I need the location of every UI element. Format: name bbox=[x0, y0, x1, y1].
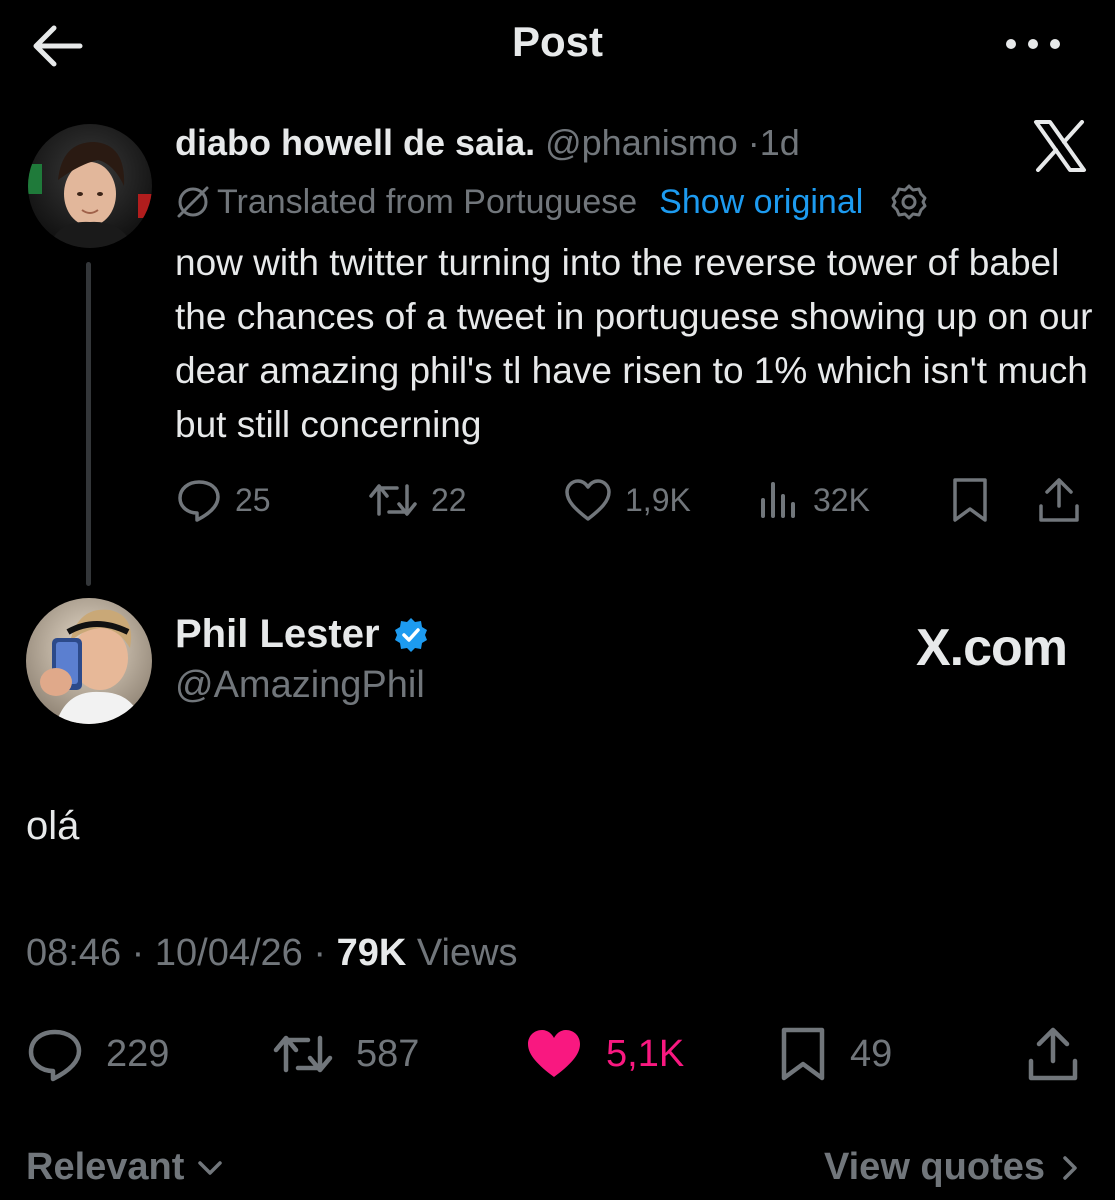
bookmark-icon bbox=[781, 1027, 825, 1081]
reply-icon bbox=[178, 480, 220, 522]
post-time: 08:46 bbox=[26, 932, 122, 974]
sort-label: Relevant bbox=[26, 1146, 185, 1188]
main-post-text: olá bbox=[26, 804, 80, 848]
x-com-watermark: X.com bbox=[915, 619, 1068, 677]
translated-label: Translated from Portuguese bbox=[217, 182, 638, 221]
quoted-share-button[interactable] bbox=[1037, 474, 1093, 526]
bookmark-count: 49 bbox=[850, 1032, 893, 1075]
quoted-views-button[interactable]: 32K bbox=[757, 474, 870, 526]
like-icon bbox=[528, 1030, 580, 1077]
chevron-down-icon bbox=[198, 1160, 223, 1175]
quoted-reply-count: 25 bbox=[235, 481, 271, 518]
quoted-like-button[interactable]: 1,9K bbox=[563, 474, 691, 526]
like-icon bbox=[565, 479, 611, 521]
repost-count: 587 bbox=[356, 1032, 420, 1075]
view-quotes-link[interactable]: View quotes bbox=[824, 1146, 1085, 1189]
more-icon bbox=[1006, 39, 1060, 49]
like-button[interactable]: 5,1K bbox=[524, 1024, 684, 1084]
quoted-like-count: 1,9K bbox=[625, 481, 691, 518]
chevron-right-icon bbox=[1063, 1155, 1077, 1180]
translate-icon bbox=[177, 186, 209, 218]
views-label[interactable]: Views bbox=[417, 932, 518, 974]
quoted-post-time: 1d bbox=[759, 122, 800, 163]
share-icon bbox=[1039, 478, 1079, 522]
main-author-handle[interactable]: @AmazingPhil bbox=[175, 664, 425, 707]
reply-button[interactable]: 229 bbox=[26, 1024, 169, 1084]
x-logo-icon bbox=[1034, 120, 1086, 172]
quoted-reply-button[interactable]: 25 bbox=[175, 474, 271, 526]
post-date: 10/04/26 bbox=[154, 932, 303, 974]
top-bar: Post bbox=[0, 0, 1115, 92]
meta-separator-1: · bbox=[131, 932, 145, 974]
quoted-author-avatar[interactable] bbox=[28, 124, 152, 248]
main-author-name[interactable]: Phil Lester bbox=[175, 612, 380, 657]
share-icon bbox=[1028, 1027, 1078, 1081]
repost-icon bbox=[369, 484, 417, 516]
share-button[interactable] bbox=[1026, 1024, 1102, 1084]
quoted-author-name[interactable]: diabo howell de saia. bbox=[175, 122, 535, 163]
main-author-header: Phil Lester bbox=[175, 612, 430, 657]
quoted-repost-count: 22 bbox=[431, 481, 467, 518]
bookmark-button[interactable]: 49 bbox=[778, 1024, 892, 1084]
view-quotes-label: View quotes bbox=[823, 1146, 1045, 1188]
sort-dropdown[interactable]: Relevant bbox=[26, 1146, 228, 1189]
time-separator: · bbox=[747, 122, 760, 163]
page-title: Post bbox=[511, 18, 603, 65]
main-post-actions: 229 587 5,1K 49 bbox=[26, 1024, 1090, 1084]
views-count[interactable]: 79K bbox=[337, 932, 407, 974]
gear-icon[interactable] bbox=[889, 182, 929, 222]
repost-icon bbox=[273, 1035, 333, 1073]
quoted-author-handle[interactable]: @phanismo bbox=[545, 122, 738, 163]
meta-separator-2: · bbox=[313, 932, 327, 974]
views-icon bbox=[761, 482, 795, 518]
bookmark-icon bbox=[953, 478, 987, 522]
reply-icon bbox=[28, 1029, 82, 1082]
reply-count: 229 bbox=[106, 1032, 170, 1075]
show-original-link[interactable]: Show original bbox=[659, 183, 863, 222]
quoted-repost-button[interactable]: 22 bbox=[367, 474, 467, 526]
verified-badge-icon bbox=[394, 617, 427, 652]
thread-connector-line bbox=[86, 262, 91, 586]
more-options-button[interactable] bbox=[1001, 24, 1065, 64]
like-count: 5,1K bbox=[606, 1032, 685, 1075]
translation-notice: Translated from Portuguese Show original bbox=[175, 182, 935, 222]
main-author-avatar[interactable] bbox=[26, 598, 152, 724]
quoted-post-text: now with twitter turning into the revers… bbox=[175, 242, 1093, 445]
quoted-post-actions: 25 22 1,9K 32K bbox=[175, 474, 1090, 526]
quoted-author-header: diabo howell de saia. @phanismo ·1d bbox=[175, 122, 800, 164]
quoted-bookmark-button[interactable] bbox=[949, 474, 1003, 526]
repost-button[interactable]: 587 bbox=[272, 1024, 419, 1084]
quoted-views-count: 32K bbox=[813, 481, 870, 518]
post-metadata: 08:46 · 10/04/26 · 79K Views bbox=[26, 932, 518, 975]
x-logo-button[interactable] bbox=[1032, 120, 1088, 172]
replies-toolbar: Relevant View quotes bbox=[0, 1140, 1115, 1200]
